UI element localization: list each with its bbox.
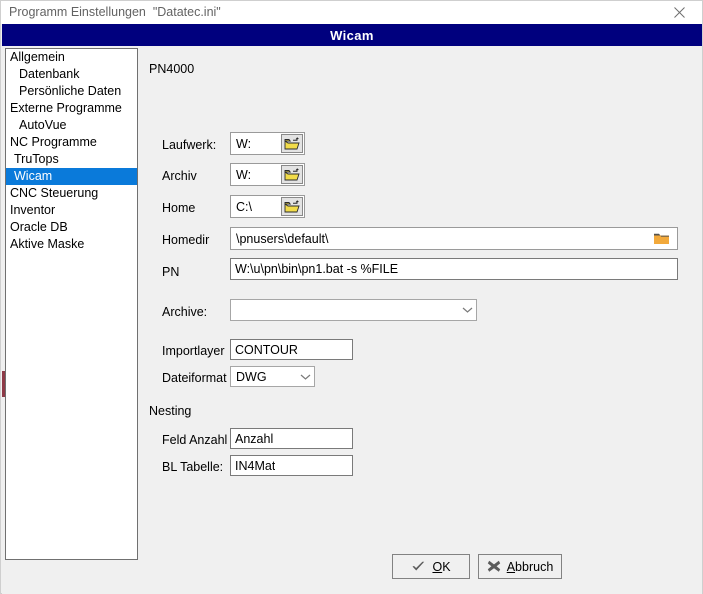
settings-category-tree[interactable]: Allgemein Datenbank Persönliche Daten Exter… bbox=[5, 48, 138, 560]
section-header-band: Wicam bbox=[2, 24, 702, 46]
sidebar-item-inventor[interactable]: Inventor bbox=[6, 202, 137, 219]
field-archive-dropdown[interactable] bbox=[230, 299, 477, 321]
sidebar-item-datenbank[interactable]: Datenbank bbox=[6, 66, 137, 83]
sidebar-item-cnc-steuerung[interactable]: CNC Steuerung bbox=[6, 185, 137, 202]
browse-button-archiv[interactable] bbox=[281, 165, 303, 184]
sidebar-item-nc-programme[interactable]: NC Programme bbox=[6, 134, 137, 151]
archive-dropdown-arrow[interactable] bbox=[458, 306, 476, 314]
chevron-down-icon bbox=[462, 307, 472, 313]
field-importlayer[interactable]: CONTOUR bbox=[230, 339, 353, 360]
label-bl-tabelle: BL Tabelle: bbox=[162, 460, 224, 474]
value-pn: W:\u\pn\bin\pn1.bat -s %FILE bbox=[235, 262, 399, 276]
close-button[interactable] bbox=[657, 1, 702, 24]
browse-button-home[interactable] bbox=[281, 197, 303, 216]
x-mark-icon bbox=[487, 560, 500, 572]
chevron-down-icon bbox=[300, 374, 310, 380]
sidebar-item-label: Allgemein bbox=[10, 50, 65, 64]
field-home[interactable]: C:\ bbox=[230, 195, 305, 218]
value-bl-tabelle: IN4Mat bbox=[235, 458, 276, 473]
cancel-button[interactable]: Abbruch bbox=[478, 554, 562, 579]
folder-open-browse-icon bbox=[284, 136, 300, 149]
sidebar-item-label: Inventor bbox=[10, 203, 56, 217]
sidebar-item-label: Oracle DB bbox=[10, 220, 68, 234]
sidebar-item-pers-nliche-daten[interactable]: Persönliche Daten bbox=[6, 83, 137, 100]
section-header-title: Wicam bbox=[330, 27, 374, 43]
folder-icon bbox=[654, 233, 669, 244]
window-title: Programm Einstellungen "Datatec.ini" bbox=[9, 5, 221, 19]
field-dateiformat-dropdown[interactable]: DWG bbox=[230, 366, 315, 387]
label-feld-anzahl: Feld Anzahl bbox=[162, 433, 228, 447]
label-home: Home bbox=[162, 201, 196, 215]
ok-button-label: OK bbox=[432, 559, 451, 574]
field-bl-tabelle[interactable]: IN4Mat bbox=[230, 455, 353, 476]
settings-dialog-window: Programm Einstellungen "Datatec.ini" Wic… bbox=[0, 0, 703, 594]
field-pn[interactable]: W:\u\pn\bin\pn1.bat -s %FILE bbox=[230, 258, 678, 280]
field-homedir[interactable]: \pnusers\default\ bbox=[230, 227, 678, 250]
check-icon bbox=[412, 561, 425, 571]
dialog-body: Allgemein Datenbank Persönliche Daten Exter… bbox=[2, 46, 702, 594]
sidebar-item-label: NC Programme bbox=[10, 135, 97, 149]
label-dateiformat: Dateiformat bbox=[162, 371, 227, 385]
sidebar-item-label: CNC Steuerung bbox=[10, 186, 99, 200]
dateiformat-dropdown-arrow[interactable] bbox=[296, 373, 314, 381]
group-label-nesting: Nesting bbox=[149, 404, 192, 418]
ok-button[interactable]: OK bbox=[392, 554, 470, 579]
settings-content-panel: PN4000 Laufwerk: W: Archiv W: Home C:\ H… bbox=[139, 46, 702, 594]
sidebar-item-label: Persönliche Daten bbox=[19, 84, 122, 98]
sidebar-item-externe-programme[interactable]: Externe Programme bbox=[6, 100, 137, 117]
sidebar-item-autovue[interactable]: AutoVue bbox=[6, 117, 137, 134]
browse-button-laufwerk[interactable] bbox=[281, 134, 303, 153]
label-pn: PN bbox=[162, 265, 180, 279]
label-archiv: Archiv bbox=[162, 169, 197, 183]
sidebar-item-allgemein[interactable]: Allgemein bbox=[6, 49, 137, 66]
value-importlayer: CONTOUR bbox=[235, 342, 298, 357]
sidebar-item-label: Wicam bbox=[14, 169, 53, 183]
value-homedir: \pnusers\default\ bbox=[236, 231, 329, 246]
sidebar-item-trutops[interactable]: TruTops bbox=[6, 151, 137, 168]
sidebar-item-label: AutoVue bbox=[19, 118, 67, 132]
browse-button-homedir[interactable] bbox=[651, 230, 673, 248]
field-laufwerk[interactable]: W: bbox=[230, 132, 305, 155]
sidebar-item-label: Datenbank bbox=[19, 67, 80, 81]
label-laufwerk: Laufwerk: bbox=[162, 138, 217, 152]
sidebar-item-wicam[interactable]: Wicam bbox=[6, 168, 137, 185]
value-archiv: W: bbox=[236, 167, 252, 182]
group-label-pn4000: PN4000 bbox=[149, 62, 195, 76]
label-importlayer: Importlayer bbox=[162, 344, 225, 358]
sidebar-item-oracle-db[interactable]: Oracle DB bbox=[6, 219, 137, 236]
field-archiv[interactable]: W: bbox=[230, 163, 305, 186]
value-laufwerk: W: bbox=[236, 136, 252, 151]
dialog-button-bar: OK Abbruch bbox=[392, 554, 562, 584]
title-bar: Programm Einstellungen "Datatec.ini" bbox=[1, 1, 702, 24]
value-feld-anzahl: Anzahl bbox=[235, 431, 274, 446]
sidebar-item-label: TruTops bbox=[14, 152, 59, 166]
label-archive: Archive: bbox=[162, 305, 208, 319]
value-dateiformat: DWG bbox=[236, 369, 267, 384]
sidebar-item-aktive-maske[interactable]: Aktive Maske bbox=[6, 236, 137, 253]
cancel-button-label: Abbruch bbox=[506, 559, 554, 574]
sidebar-item-label: Aktive Maske bbox=[10, 237, 85, 251]
label-homedir: Homedir bbox=[162, 233, 210, 247]
field-feld-anzahl[interactable]: Anzahl bbox=[230, 428, 353, 449]
folder-open-browse-icon bbox=[284, 199, 300, 212]
sidebar-item-label: Externe Programme bbox=[10, 101, 122, 115]
close-icon bbox=[674, 7, 685, 18]
folder-open-browse-icon bbox=[284, 167, 300, 180]
value-home: C:\ bbox=[236, 199, 252, 214]
